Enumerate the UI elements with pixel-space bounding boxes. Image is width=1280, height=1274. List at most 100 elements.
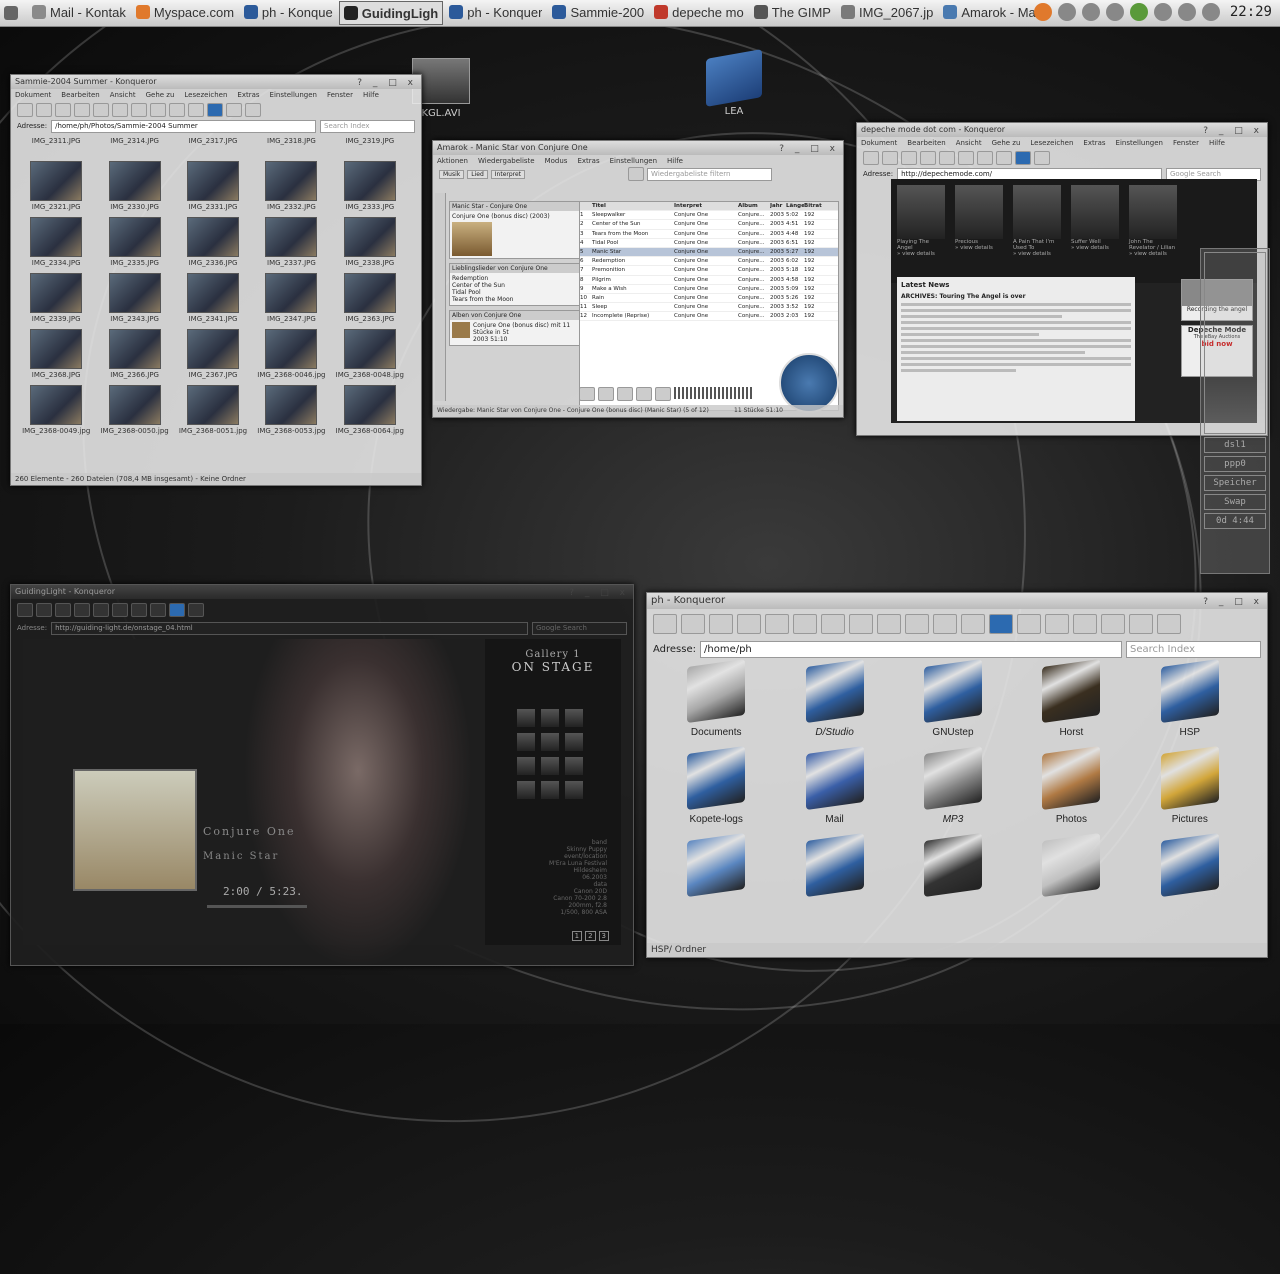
photo-thumbnail[interactable]: IMG_2368-0053.jpg [252, 385, 330, 437]
menu-item[interactable]: Ansicht [110, 89, 136, 101]
progress-bar[interactable] [207, 905, 307, 908]
zoom-in-button[interactable] [977, 151, 993, 165]
clock[interactable]: 22:29 [1230, 4, 1272, 20]
image-view-button[interactable] [1129, 614, 1153, 634]
window-titlebar[interactable]: depeche mode dot com - Konqueror? _ □ x [857, 123, 1267, 137]
page-link[interactable]: 3 [598, 931, 609, 941]
release-item[interactable]: Precious» view details [955, 185, 1003, 277]
photo-thumbnail[interactable]: IMG_2334.JPG [17, 217, 95, 269]
album-entry[interactable]: Conjure One (bonus disc) mit 11 Stücke i… [452, 322, 582, 343]
window-buttons[interactable]: ? _ □ x [357, 76, 417, 90]
taskbar-task[interactable]: Sammie-200 [548, 1, 648, 23]
playlist-row[interactable]: 6 Redemption Conjure One Conjure... 2003 6:02… [580, 257, 838, 267]
up-button[interactable] [55, 103, 71, 117]
clipboard-icon[interactable] [1058, 3, 1076, 21]
release-item[interactable]: John The Revelator / Lilian» view detail… [1129, 185, 1177, 277]
menu-item[interactable]: Extras [577, 155, 599, 167]
playlist-filter-input[interactable]: Wiedergabeliste filtern [647, 167, 773, 181]
sidebar-button[interactable] [1017, 614, 1041, 634]
split-view-button[interactable] [1073, 614, 1097, 634]
menu-item[interactable]: Modus [545, 155, 568, 167]
photo-thumbnail[interactable]: IMG_2366.JPG [95, 329, 173, 381]
playlist-row[interactable]: 3 Tears from the Moon Conjure One Conjure..… [580, 230, 838, 239]
menu-item[interactable]: Bearbeiten [907, 137, 945, 149]
menu-item[interactable]: Hilfe [363, 89, 379, 101]
address-input[interactable]: /home/ph/Photos/Sammie-2004 Summer [51, 119, 316, 133]
photo-thumbnail[interactable]: IMG_2330.JPG [95, 161, 173, 213]
stop-button[interactable] [636, 387, 652, 401]
reload-button[interactable] [939, 151, 955, 165]
playlist-row[interactable]: 7 Premonition Conjure One Conjure... 2003 5:1… [580, 266, 838, 276]
address-input[interactable]: http://guiding-light.de/onstage_04.html [51, 621, 528, 635]
photo-thumbnail[interactable]: IMG_2368-0064.jpg [331, 385, 409, 437]
menu-item[interactable]: Extras [237, 89, 259, 101]
window-titlebar[interactable]: GuidingLight - Konqueror? _ □ x [11, 585, 633, 599]
gallery-thumb[interactable] [541, 781, 559, 799]
column-header[interactable]: Länge [786, 202, 804, 210]
folder-item[interactable]: Kopete-logs [657, 745, 775, 825]
photo-thumbnail[interactable]: IMG_2335.JPG [95, 217, 173, 269]
desktop-pager-button[interactable] [0, 2, 26, 24]
forward-button[interactable] [681, 614, 705, 634]
fav-track[interactable]: Center of the Sun [452, 282, 582, 289]
zoom-out-button[interactable] [877, 614, 901, 634]
window-buttons[interactable]: ? _ □ x [779, 142, 839, 156]
folder-item[interactable]: Mail [775, 745, 893, 825]
forward-button[interactable] [36, 603, 52, 617]
globe-icon[interactable] [1202, 3, 1220, 21]
browser-sidebar[interactable] [435, 193, 446, 401]
power-icon[interactable] [1106, 3, 1124, 21]
folder-item[interactable]: MP3 [894, 745, 1012, 825]
back-button[interactable] [17, 103, 33, 117]
photo-thumbnail[interactable]: IMG_2339.JPG [17, 273, 95, 325]
zoom-out-button[interactable] [996, 151, 1012, 165]
taskbar-task[interactable]: ph - Konquer [445, 1, 546, 23]
photo-thumbnail[interactable]: IMG_2347.JPG [252, 273, 330, 325]
folder-item[interactable] [894, 832, 1012, 901]
fav-track[interactable]: Tidal Pool [452, 289, 582, 296]
paste-button[interactable] [150, 103, 166, 117]
folder-item[interactable] [775, 832, 893, 901]
photo-thumbnail[interactable]: IMG_2368.JPG [17, 329, 95, 381]
pause-button[interactable] [617, 387, 633, 401]
search-input[interactable]: Google Search [532, 621, 627, 635]
menu-item[interactable]: Lesezeichen [1030, 137, 1073, 149]
menu-item[interactable]: Bearbeiten [61, 89, 99, 101]
icon-view-button[interactable] [905, 614, 929, 634]
window-buttons[interactable]: ? _ □ x [569, 586, 629, 600]
taskbar-task[interactable]: Myspace.com [132, 1, 238, 23]
up-button[interactable] [709, 614, 733, 634]
menu-item[interactable]: Fenster [1173, 137, 1199, 149]
photo-thumbnail[interactable]: IMG_2368-0048.jpg [331, 329, 409, 381]
next-button[interactable] [655, 387, 671, 401]
zoom-in-button[interactable] [131, 603, 147, 617]
search-input[interactable]: Search Index [1126, 640, 1261, 658]
tab-musik[interactable]: Musik [439, 169, 465, 179]
folder-item[interactable] [1131, 832, 1249, 901]
playlist-row[interactable]: 5 Manic Star Conjure One Conjure... 2003 5:27… [580, 247, 838, 258]
column-header[interactable]: Interpret [674, 202, 738, 210]
menu-item[interactable]: Einstellungen [1116, 137, 1163, 149]
zoom-in-button[interactable] [169, 103, 185, 117]
folder-item[interactable]: Documents [657, 658, 775, 738]
view-mode-button[interactable] [1034, 151, 1050, 165]
folder-item[interactable] [657, 832, 775, 901]
photo-thumbnail[interactable]: IMG_2343.JPG [95, 273, 173, 325]
column-header[interactable]: Album [738, 202, 770, 210]
menu-item[interactable]: Fenster [327, 89, 353, 101]
prev-button[interactable] [579, 387, 595, 401]
stop-button[interactable] [793, 614, 817, 634]
photo-thumbnail[interactable]: IMG_2332.JPG [252, 161, 330, 213]
tree-view-button[interactable] [933, 614, 957, 634]
taskbar-task[interactable]: Mail - Kontak [28, 1, 130, 23]
menu-item[interactable]: Wiedergabeliste [478, 155, 535, 167]
zoom-out-button[interactable] [150, 603, 166, 617]
photo-thumbnail[interactable]: IMG_2336.JPG [174, 217, 252, 269]
kde-icon[interactable] [989, 614, 1013, 634]
release-item[interactable]: Suffer Well» view details [1071, 185, 1119, 277]
photo-thumbnail[interactable]: IMG_2331.JPG [174, 161, 252, 213]
gallery-thumb[interactable] [565, 709, 583, 727]
clear-filter-button[interactable] [628, 167, 645, 181]
playlist-row[interactable]: 2 Center of the Sun Conjure One Conjure... 2… [580, 220, 838, 230]
kde-icon[interactable] [207, 103, 223, 117]
